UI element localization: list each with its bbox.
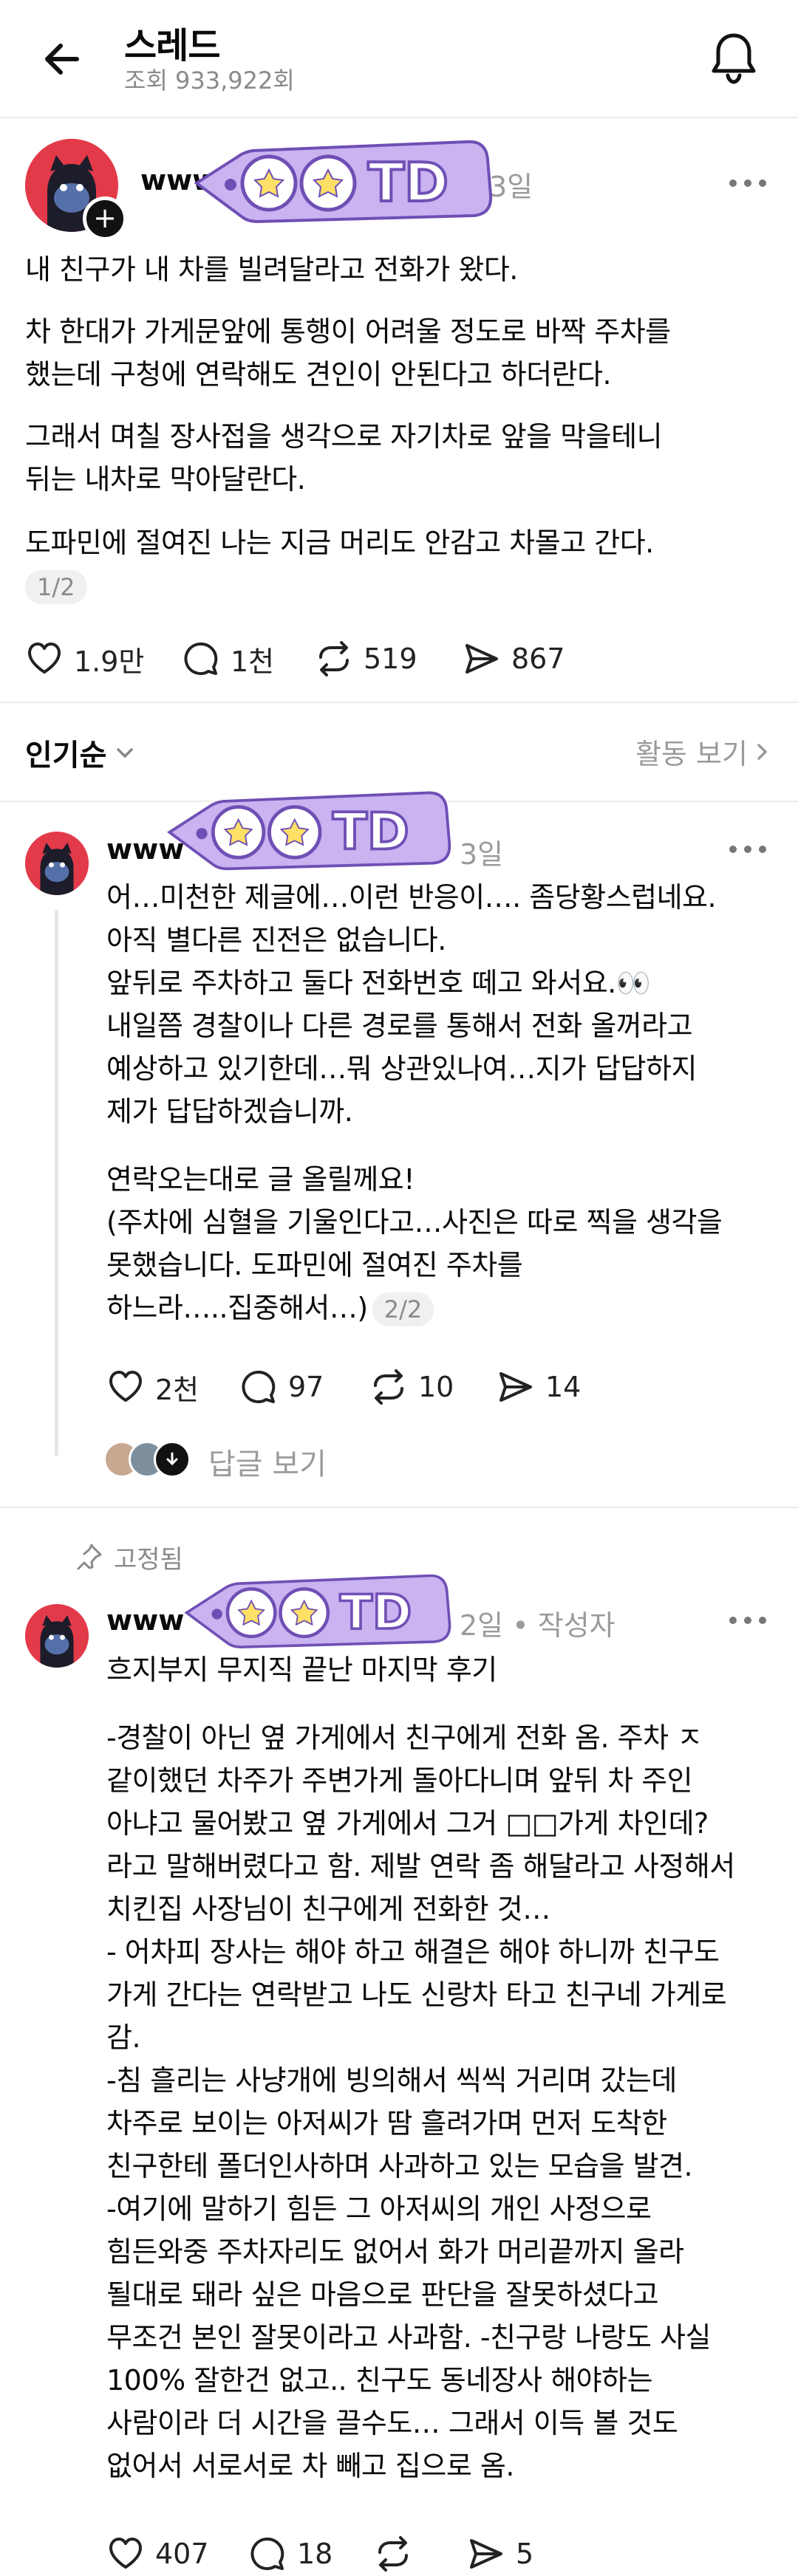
- view-count: 조회 933,922회: [124, 66, 295, 95]
- author-tag: • 작성자: [512, 1609, 615, 1642]
- reply-time: 2일: [460, 1609, 504, 1642]
- send-icon: [467, 2535, 505, 2573]
- comment-icon: [248, 2535, 287, 2573]
- back-arrow-icon[interactable]: [38, 35, 86, 83]
- repost-button[interactable]: [374, 2532, 423, 2576]
- td-sticker: TD: [160, 783, 452, 880]
- divider: [0, 702, 798, 703]
- like-button[interactable]: 2천: [106, 1365, 199, 1409]
- page-title: 스레드: [124, 25, 220, 66]
- reply-time: 3일: [460, 838, 504, 871]
- comment-icon: [239, 1368, 278, 1406]
- username[interactable]: www: [106, 1604, 184, 1637]
- reply-time-wrap: 2일 • 작성자: [460, 1603, 615, 1643]
- reply-actions: 407 18 5: [106, 2532, 771, 2576]
- avatar[interactable]: [25, 1604, 89, 1668]
- pin-icon: [74, 1543, 103, 1572]
- reply-avatars[interactable]: [103, 1439, 191, 1480]
- comment-button[interactable]: 97: [239, 1365, 324, 1409]
- send-icon: [497, 1368, 535, 1406]
- sticker-text: TD: [368, 151, 449, 213]
- reply-body-1: 어…미천한 제글에…이런 반응이…. 좀당황스럽네요. 아직 별다른 진전은 없…: [106, 881, 717, 1128]
- comment-count: 18: [297, 2538, 333, 2570]
- more-options-icon[interactable]: [726, 842, 770, 857]
- repost-count: 10: [418, 1371, 454, 1403]
- heart-icon: [106, 2535, 145, 2573]
- post-actions: 1.9만 1천 519 867: [25, 637, 764, 681]
- like-count: 2천: [155, 1373, 200, 1406]
- more-options-icon[interactable]: [726, 1613, 770, 1628]
- reply-actions: 2천 97 10 14: [106, 1365, 771, 1409]
- td-sticker: TD: [177, 1567, 452, 1657]
- chevron-down-icon: [114, 741, 136, 764]
- share-button[interactable]: 5: [467, 2532, 533, 2576]
- share-count: 14: [545, 1371, 582, 1403]
- comment-count: 97: [288, 1371, 324, 1403]
- post-time: 3일: [489, 171, 533, 203]
- divider: [0, 1507, 798, 1508]
- page-indicator: 1/2: [25, 570, 87, 604]
- top-bar: 스레드 조회 933,922회: [0, 0, 798, 118]
- post-body-2: 차 한대가 가게문앞에 통행이 어려울 정도로 바짝 주차를 했는데 구청에 연…: [25, 315, 671, 391]
- comment-count: 1천: [231, 645, 275, 678]
- like-button[interactable]: 407: [106, 2532, 209, 2576]
- reply-body-2-wrap: 연락오는대로 글 올릴께요! (주차에 심혈을 기울인다고…사진은 따로 찍을 …: [106, 1158, 780, 1329]
- like-count: 1.9만: [74, 645, 145, 678]
- send-icon: [463, 640, 501, 678]
- repost-button[interactable]: 519: [315, 637, 417, 681]
- like-count: 407: [155, 2538, 209, 2570]
- heart-icon: [25, 640, 64, 678]
- share-button[interactable]: 867: [463, 637, 565, 681]
- sort-dropdown[interactable]: 인기순: [25, 731, 136, 774]
- repost-icon: [315, 640, 353, 678]
- view-replies-link[interactable]: 답글 보기: [208, 1440, 327, 1483]
- repost-icon: [369, 1368, 408, 1406]
- thread-line: [55, 910, 58, 1456]
- sticker-text: TD: [340, 1585, 412, 1640]
- reply-body: -경찰이 아닌 옆 가게에서 친구에게 전화 옴. 주차 ㅈ 같이했던 차주가 …: [106, 1722, 735, 2482]
- pinned-text: 고정됨: [114, 1545, 183, 1575]
- repost-button[interactable]: 10: [369, 1365, 454, 1409]
- post-body-3: 그래서 며칠 장사접을 생각으로 자기차로 앞을 막을테니 뒤는 내차로 막아달…: [25, 420, 663, 496]
- reply-title-line: 흐지부지 무지직 끝난 마지막 후기: [106, 1654, 497, 1686]
- td-sticker: TD: [186, 137, 494, 227]
- share-count: 867: [511, 643, 565, 675]
- post-body-1: 내 친구가 내 차를 빌려달라고 전화가 왔다.: [25, 253, 518, 286]
- more-options-icon[interactable]: [726, 176, 770, 191]
- comment-button[interactable]: 1천: [182, 637, 274, 681]
- activity-link[interactable]: 활동 보기: [635, 731, 771, 772]
- avatar[interactable]: [25, 832, 89, 895]
- chevron-right-icon: [754, 741, 771, 763]
- sort-label: 인기순: [25, 739, 107, 773]
- share-count: 5: [516, 2538, 534, 2570]
- like-button[interactable]: 1.9만: [25, 637, 144, 681]
- post-body-4: 도파민에 절여진 나는 지금 머리도 안감고 차몰고 간다.: [25, 527, 654, 559]
- sticker-text: TD: [332, 803, 409, 862]
- repost-icon: [374, 2535, 412, 2573]
- heart-icon: [106, 1368, 145, 1406]
- comment-icon: [182, 640, 220, 678]
- follow-plus-icon[interactable]: +: [83, 196, 127, 241]
- activity-label: 활동 보기: [635, 738, 748, 770]
- arrow-down-icon: [154, 1441, 191, 1478]
- repost-count: 519: [364, 643, 417, 675]
- page-indicator: 2/2: [372, 1292, 434, 1326]
- bell-icon[interactable]: [708, 30, 760, 86]
- pinned-label: 고정됨: [74, 1539, 183, 1575]
- share-button[interactable]: 14: [497, 1365, 581, 1409]
- comment-button[interactable]: 18: [248, 2532, 332, 2576]
